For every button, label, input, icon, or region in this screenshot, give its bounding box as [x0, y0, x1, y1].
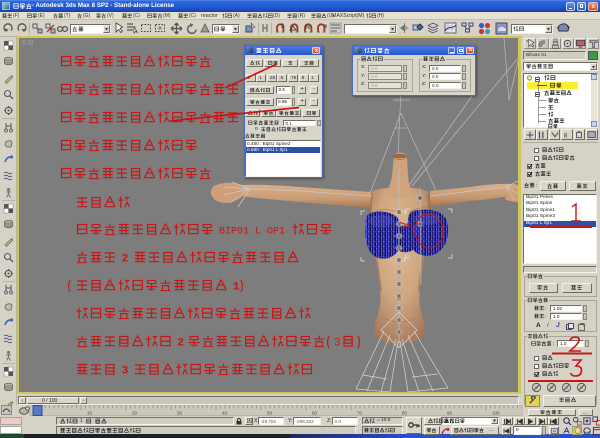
svg-text:90: 90 — [447, 410, 453, 415]
svg-text:40: 40 — [222, 410, 228, 415]
svg-text:100: 100 — [492, 410, 500, 415]
svg-text:3: 3 — [281, 24, 285, 30]
svg-text:30: 30 — [177, 410, 183, 415]
svg-text:10: 10 — [87, 410, 93, 415]
svg-text:60: 60 — [312, 410, 318, 415]
svg-text:%: % — [305, 25, 311, 31]
svg-text:80: 80 — [402, 410, 408, 415]
svg-text:20: 20 — [132, 410, 138, 415]
svg-text:8: 8 — [564, 132, 568, 139]
svg-text:70: 70 — [357, 410, 363, 415]
svg-text:50: 50 — [267, 410, 273, 415]
